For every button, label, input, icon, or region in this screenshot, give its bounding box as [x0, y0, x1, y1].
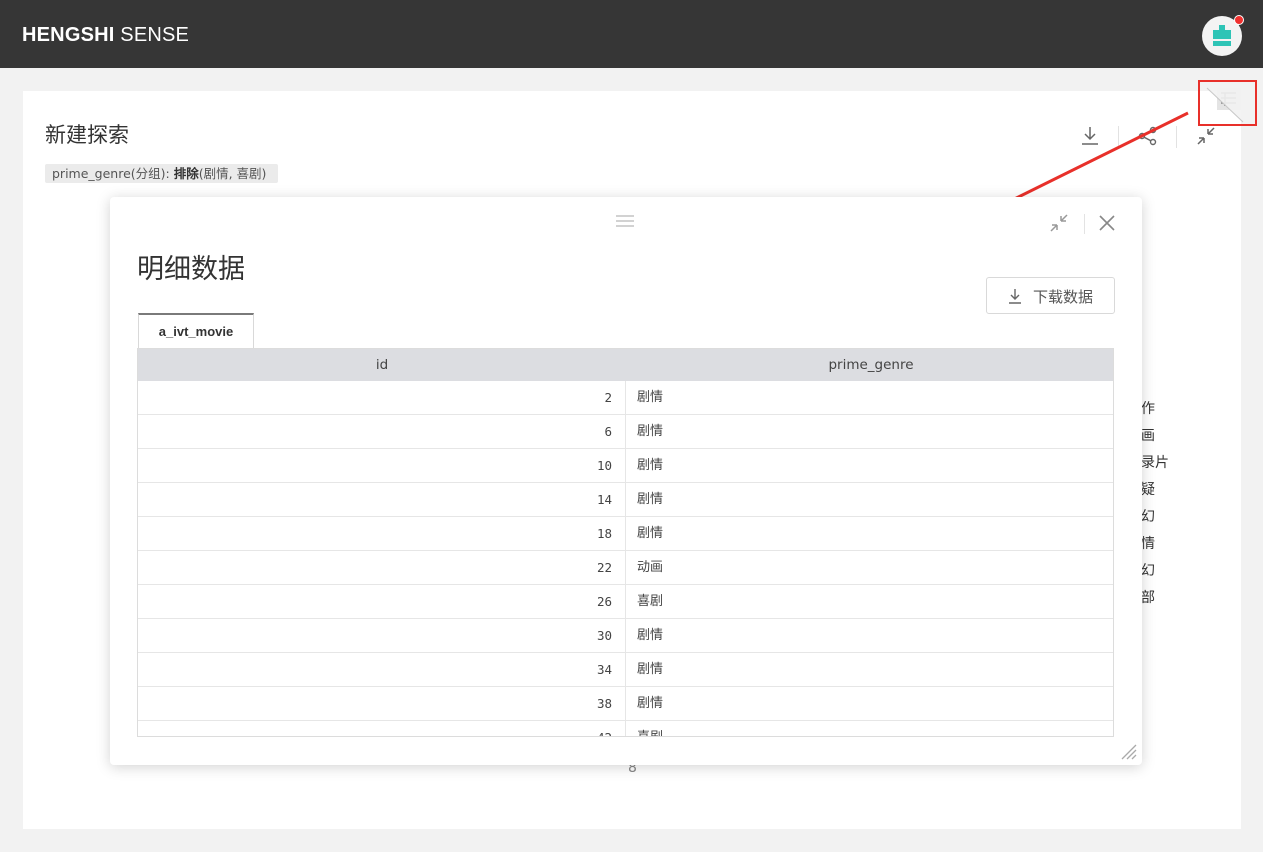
- cell-genre: 剧情: [637, 390, 664, 405]
- cell-id: 26: [138, 585, 626, 619]
- toolbar-divider: [1118, 126, 1119, 148]
- brand-logo[interactable]: HENGSHI SENSE: [22, 24, 189, 47]
- cell-id: 10: [138, 449, 626, 483]
- download-icon: [1009, 289, 1021, 304]
- chart-legend: 作 画 录片 疑 幻 情 幻 部: [1141, 396, 1169, 612]
- drag-handle-icon[interactable]: [615, 213, 635, 229]
- cell-genre: 剧情: [637, 492, 664, 507]
- cell-id: 2: [138, 381, 626, 415]
- data-grid[interactable]: id prime_genre 2 剧情 6 剧情 10 剧情 14 剧情 18 剧情 22…: [137, 348, 1114, 737]
- close-icon[interactable]: [1096, 212, 1118, 234]
- cell-id: 18: [138, 517, 626, 551]
- cell-id: 14: [138, 483, 626, 517]
- cell-id: 34: [138, 653, 626, 687]
- cell-id: 42: [138, 721, 626, 736]
- table-row[interactable]: 10 剧情: [138, 449, 1113, 483]
- cell-genre: 剧情: [637, 628, 664, 643]
- detail-data-dialog: 明细数据 下载数据 a_ivt_movie id prime_genre 2 剧情…: [110, 197, 1142, 765]
- table-row[interactable]: 30 剧情: [138, 619, 1113, 653]
- cell-id: 38: [138, 687, 626, 721]
- shrink-icon[interactable]: [1048, 212, 1070, 234]
- table-row[interactable]: 38 剧情: [138, 687, 1113, 721]
- cell-genre: 动画: [637, 560, 664, 575]
- filter-chip[interactable]: prime_genre(分组): 排除(剧情, 喜剧): [45, 164, 279, 183]
- legend-item: 作: [1141, 401, 1155, 417]
- cell-id: 22: [138, 551, 626, 585]
- legend-item: 幻: [1141, 509, 1155, 525]
- grid-header: id prime_genre: [138, 349, 1113, 381]
- cell-genre: 剧情: [637, 662, 664, 677]
- download-data-label: 下载数据: [1033, 288, 1094, 306]
- table-row[interactable]: 22 动画: [138, 551, 1113, 585]
- dialog-title: 明细数据: [137, 254, 245, 285]
- cell-genre: 剧情: [637, 458, 664, 473]
- column-header-prime-genre[interactable]: prime_genre: [627, 349, 1113, 381]
- cell-genre: 剧情: [637, 526, 664, 541]
- tab-dataset[interactable]: a_ivt_movie: [138, 313, 254, 348]
- share-icon[interactable]: [1136, 124, 1160, 148]
- legend-item: 画: [1141, 428, 1155, 444]
- cell-id: 6: [138, 415, 626, 449]
- top-bar: HENGSHI SENSE: [0, 0, 1263, 68]
- legend-item: 疑: [1141, 482, 1155, 498]
- table-row[interactable]: 2 剧情: [138, 381, 1113, 415]
- cell-genre: 喜剧: [637, 594, 664, 609]
- notification-dot: [1234, 15, 1244, 25]
- cell-genre: 剧情: [637, 696, 664, 711]
- page-title: 新建探索: [45, 123, 129, 147]
- table-row[interactable]: 6 剧情: [138, 415, 1113, 449]
- detail-data-toggle[interactable]: [1198, 80, 1257, 126]
- cell-id: 30: [138, 619, 626, 653]
- legend-item: 录片: [1141, 455, 1169, 471]
- modal-header-divider: [1084, 214, 1085, 234]
- cell-genre: 喜剧: [627, 721, 663, 736]
- table-row[interactable]: 42喜剧: [138, 721, 1113, 736]
- table-row[interactable]: 14 剧情: [138, 483, 1113, 517]
- cell-genre: 剧情: [637, 424, 664, 439]
- download-data-button[interactable]: 下载数据: [986, 277, 1115, 314]
- legend-item: 幻: [1141, 563, 1155, 579]
- table-row[interactable]: 18 剧情: [138, 517, 1113, 551]
- table-row[interactable]: 34 剧情: [138, 653, 1113, 687]
- legend-item: 情: [1141, 536, 1155, 552]
- download-icon[interactable]: [1078, 124, 1102, 148]
- column-header-id[interactable]: id: [138, 349, 626, 381]
- table-row[interactable]: 26 喜剧: [138, 585, 1113, 619]
- detail-table-icon: [1206, 87, 1244, 123]
- grid-body: 2 剧情 6 剧情 10 剧情 14 剧情 18 剧情 22 动画 26 喜剧 30 剧情 34…: [138, 381, 1113, 736]
- resize-handle-icon[interactable]: [1118, 741, 1138, 761]
- collapse-icon[interactable]: [1194, 124, 1218, 148]
- legend-item: 部: [1141, 590, 1155, 606]
- toolbar-divider: [1176, 126, 1177, 148]
